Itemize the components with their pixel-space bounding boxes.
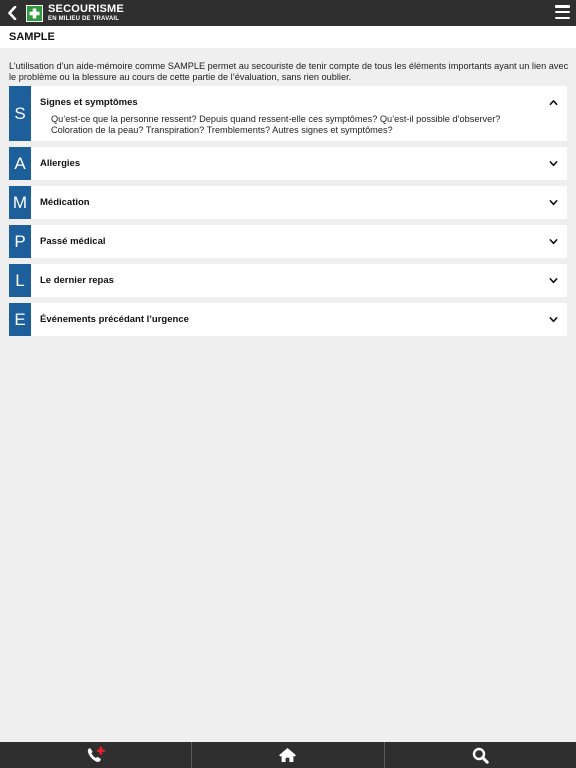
accordion-item-l[interactable]: L Le dernier repas: [9, 264, 567, 297]
accordion-letter: M: [9, 186, 31, 219]
accordion-label: Allergies: [40, 158, 81, 169]
accordion-letter: S: [9, 86, 31, 141]
chevron-down-icon[interactable]: [549, 198, 558, 207]
brand-subtitle: EN MILIEU DE TRAVAIL: [48, 16, 120, 22]
chevron-down-icon[interactable]: [549, 159, 558, 168]
accordion-label: Événements précédant l’urgence: [40, 314, 189, 325]
accordion-letter: P: [9, 225, 31, 258]
chevron-down-icon[interactable]: [549, 237, 558, 246]
hamburger-menu-icon[interactable]: [555, 5, 570, 19]
page-title-bar: SAMPLE: [0, 26, 576, 48]
green-cross-icon: [26, 4, 43, 22]
intro-text: L’utilisation d’un aide-mémoire comme SA…: [9, 61, 569, 82]
search-button[interactable]: [385, 742, 576, 768]
emergency-phone-icon: [87, 747, 105, 762]
page-title: SAMPLE: [9, 31, 55, 43]
accordion-label: Médication: [40, 197, 90, 208]
emergency-call-button[interactable]: [0, 742, 193, 768]
accordion-letter: L: [9, 264, 31, 297]
chevron-down-icon[interactable]: [549, 315, 558, 324]
accordion-letter: E: [9, 303, 31, 336]
accordion-item-s[interactable]: S Signes et symptômes Qu’est-ce que la p…: [9, 86, 567, 141]
accordion-label: Passé médical: [40, 236, 106, 247]
chevron-up-icon[interactable]: [549, 98, 558, 107]
accordion-item-a[interactable]: A Allergies: [9, 147, 567, 180]
home-button[interactable]: [192, 742, 385, 768]
accordion-content: Qu’est-ce que la personne ressent? Depui…: [51, 114, 501, 135]
top-bar: SECOURISME EN MILIEU DE TRAVAIL: [0, 0, 576, 26]
sample-accordion: S Signes et symptômes Qu’est-ce que la p…: [9, 86, 567, 342]
back-button[interactable]: [0, 0, 24, 26]
bottom-nav: [0, 742, 576, 768]
app-logo: SECOURISME EN MILIEU DE TRAVAIL: [48, 3, 124, 23]
accordion-item-m[interactable]: M Médication: [9, 186, 567, 219]
brand-title: SECOURISME: [48, 3, 124, 15]
accordion-item-p[interactable]: P Passé médical: [9, 225, 567, 258]
accordion-label: Le dernier repas: [40, 275, 114, 286]
chevron-down-icon[interactable]: [549, 276, 558, 285]
chevron-left-icon: [8, 6, 17, 20]
accordion-item-e[interactable]: E Événements précédant l’urgence: [9, 303, 567, 336]
home-icon: [279, 748, 297, 762]
accordion-letter: A: [9, 147, 31, 180]
search-icon: [472, 747, 489, 764]
